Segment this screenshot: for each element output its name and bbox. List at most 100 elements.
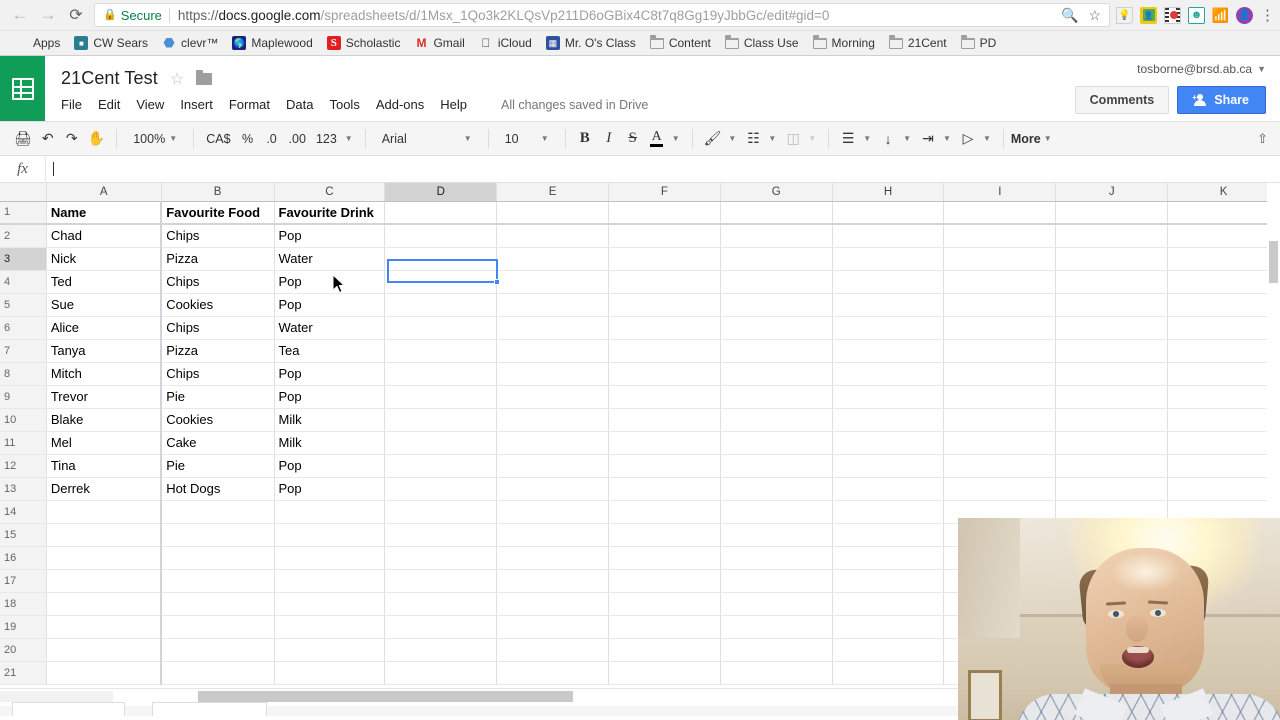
cell-h14[interactable] (832, 500, 945, 524)
cell-j6[interactable] (1055, 316, 1169, 340)
cell-a4[interactable]: Ted (46, 270, 162, 294)
cell-f3[interactable] (608, 247, 721, 271)
cell-c21[interactable] (274, 661, 386, 685)
row-header[interactable]: 3 (0, 247, 47, 271)
cell-k5[interactable] (1167, 293, 1280, 317)
cell-d8[interactable] (384, 362, 498, 386)
cell-b10[interactable]: Cookies (160, 408, 275, 432)
cell-i1[interactable] (943, 201, 1057, 225)
cell-f4[interactable] (608, 270, 721, 294)
cell-f11[interactable] (608, 431, 721, 455)
cell-c15[interactable] (274, 523, 386, 547)
cell-k7[interactable] (1167, 339, 1280, 363)
cell-d9[interactable] (384, 385, 498, 409)
column-header-d[interactable]: D (384, 183, 498, 202)
document-title[interactable]: 21Cent Test (61, 68, 158, 89)
cell-g10[interactable] (720, 408, 833, 432)
cell-b1[interactable]: Favourite Food (160, 201, 275, 225)
redo-icon[interactable]: ↷ (60, 126, 84, 152)
row-header[interactable]: 18 (0, 592, 47, 616)
chevron-down-icon[interactable]: ▼ (980, 134, 996, 143)
cell-j4[interactable] (1055, 270, 1169, 294)
font-family-selector[interactable]: Arial ▼ (373, 126, 481, 152)
table-row[interactable]: 8 Mitch Chips Pop (0, 362, 1280, 386)
cell-e2[interactable] (496, 224, 609, 248)
cast-icon[interactable]: 📶 (1212, 7, 1229, 24)
font-size-selector[interactable]: 10 ▼ (496, 126, 558, 152)
cell-e14[interactable] (496, 500, 609, 524)
print-icon[interactable]: 🖨 (10, 126, 36, 152)
cell-j2[interactable] (1055, 224, 1169, 248)
cell-j5[interactable] (1055, 293, 1169, 317)
cell-i9[interactable] (943, 385, 1057, 409)
strikethrough-button[interactable]: S (621, 126, 645, 152)
row-header[interactable]: 15 (0, 523, 47, 547)
cell-a3[interactable]: Nick (46, 247, 162, 271)
row-header[interactable]: 21 (0, 661, 47, 685)
row-header[interactable]: 10 (0, 408, 47, 432)
screen-recorder-icon[interactable] (1164, 6, 1181, 24)
cell-k12[interactable] (1167, 454, 1280, 478)
cell-i4[interactable] (943, 270, 1057, 294)
undo-icon[interactable]: ↶ (36, 126, 60, 152)
cell-j11[interactable] (1055, 431, 1169, 455)
cell-e6[interactable] (496, 316, 609, 340)
cell-e19[interactable] (496, 615, 609, 639)
cell-j3[interactable] (1055, 247, 1169, 271)
cell-g8[interactable] (720, 362, 833, 386)
row-header[interactable]: 20 (0, 638, 47, 662)
cell-e18[interactable] (496, 592, 609, 616)
cell-d4[interactable] (384, 270, 498, 294)
cell-d16[interactable] (384, 546, 498, 570)
reload-icon[interactable]: ⟳ (62, 1, 90, 29)
bookmark-pd[interactable]: PD (955, 34, 1003, 52)
bookmark-content[interactable]: Content (644, 34, 717, 52)
cell-d18[interactable] (384, 592, 498, 616)
table-row[interactable]: 2 Chad Chips Pop (0, 224, 1280, 248)
search-icon[interactable]: 🔍 (1061, 7, 1078, 24)
cell-f9[interactable] (608, 385, 721, 409)
row-header[interactable]: 17 (0, 569, 47, 593)
table-row[interactable]: 5 Sue Cookies Pop (0, 293, 1280, 317)
table-row[interactable]: 4 Ted Chips Pop (0, 270, 1280, 294)
menu-add-ons[interactable]: Add-ons (368, 94, 432, 115)
chevron-down-icon[interactable]: ▼ (805, 134, 821, 143)
table-row[interactable]: 9 Trevor Pie Pop (0, 385, 1280, 409)
cell-a10[interactable]: Blake (46, 408, 162, 432)
cell-a20[interactable] (46, 638, 162, 662)
menu-data[interactable]: Data (278, 94, 321, 115)
cell-k11[interactable] (1167, 431, 1280, 455)
cell-g9[interactable] (720, 385, 833, 409)
menu-help[interactable]: Help (432, 94, 475, 115)
cell-e15[interactable] (496, 523, 609, 547)
cell-i12[interactable] (943, 454, 1057, 478)
cell-g2[interactable] (720, 224, 833, 248)
cell-b12[interactable]: Pie (160, 454, 275, 478)
cell-k10[interactable] (1167, 408, 1280, 432)
cell-h2[interactable] (832, 224, 945, 248)
merge-cells-icon[interactable]: ◫ (781, 126, 805, 152)
cell-d12[interactable] (384, 454, 498, 478)
cell-b19[interactable] (160, 615, 275, 639)
cell-i2[interactable] (943, 224, 1057, 248)
back-button[interactable]: ← (6, 1, 34, 29)
cell-e11[interactable] (496, 431, 609, 455)
cell-g17[interactable] (720, 569, 833, 593)
cell-h17[interactable] (832, 569, 945, 593)
more-button[interactable]: More ▼ (1011, 132, 1057, 146)
table-row[interactable]: 10 Blake Cookies Milk (0, 408, 1280, 432)
column-header-b[interactable]: B (161, 183, 275, 202)
row-header[interactable]: 1 (0, 201, 47, 225)
cell-f20[interactable] (608, 638, 721, 662)
row-header[interactable]: 14 (0, 500, 47, 524)
cell-c14[interactable] (274, 500, 386, 524)
align-left-icon[interactable]: ☰ (836, 126, 860, 152)
row-header[interactable]: 2 (0, 224, 47, 248)
row-header[interactable]: 16 (0, 546, 47, 570)
cell-e7[interactable] (496, 339, 609, 363)
google-sheets-logo[interactable] (0, 56, 45, 121)
cell-f13[interactable] (608, 477, 721, 501)
cell-e21[interactable] (496, 661, 609, 685)
cell-f2[interactable] (608, 224, 721, 248)
cell-e9[interactable] (496, 385, 609, 409)
